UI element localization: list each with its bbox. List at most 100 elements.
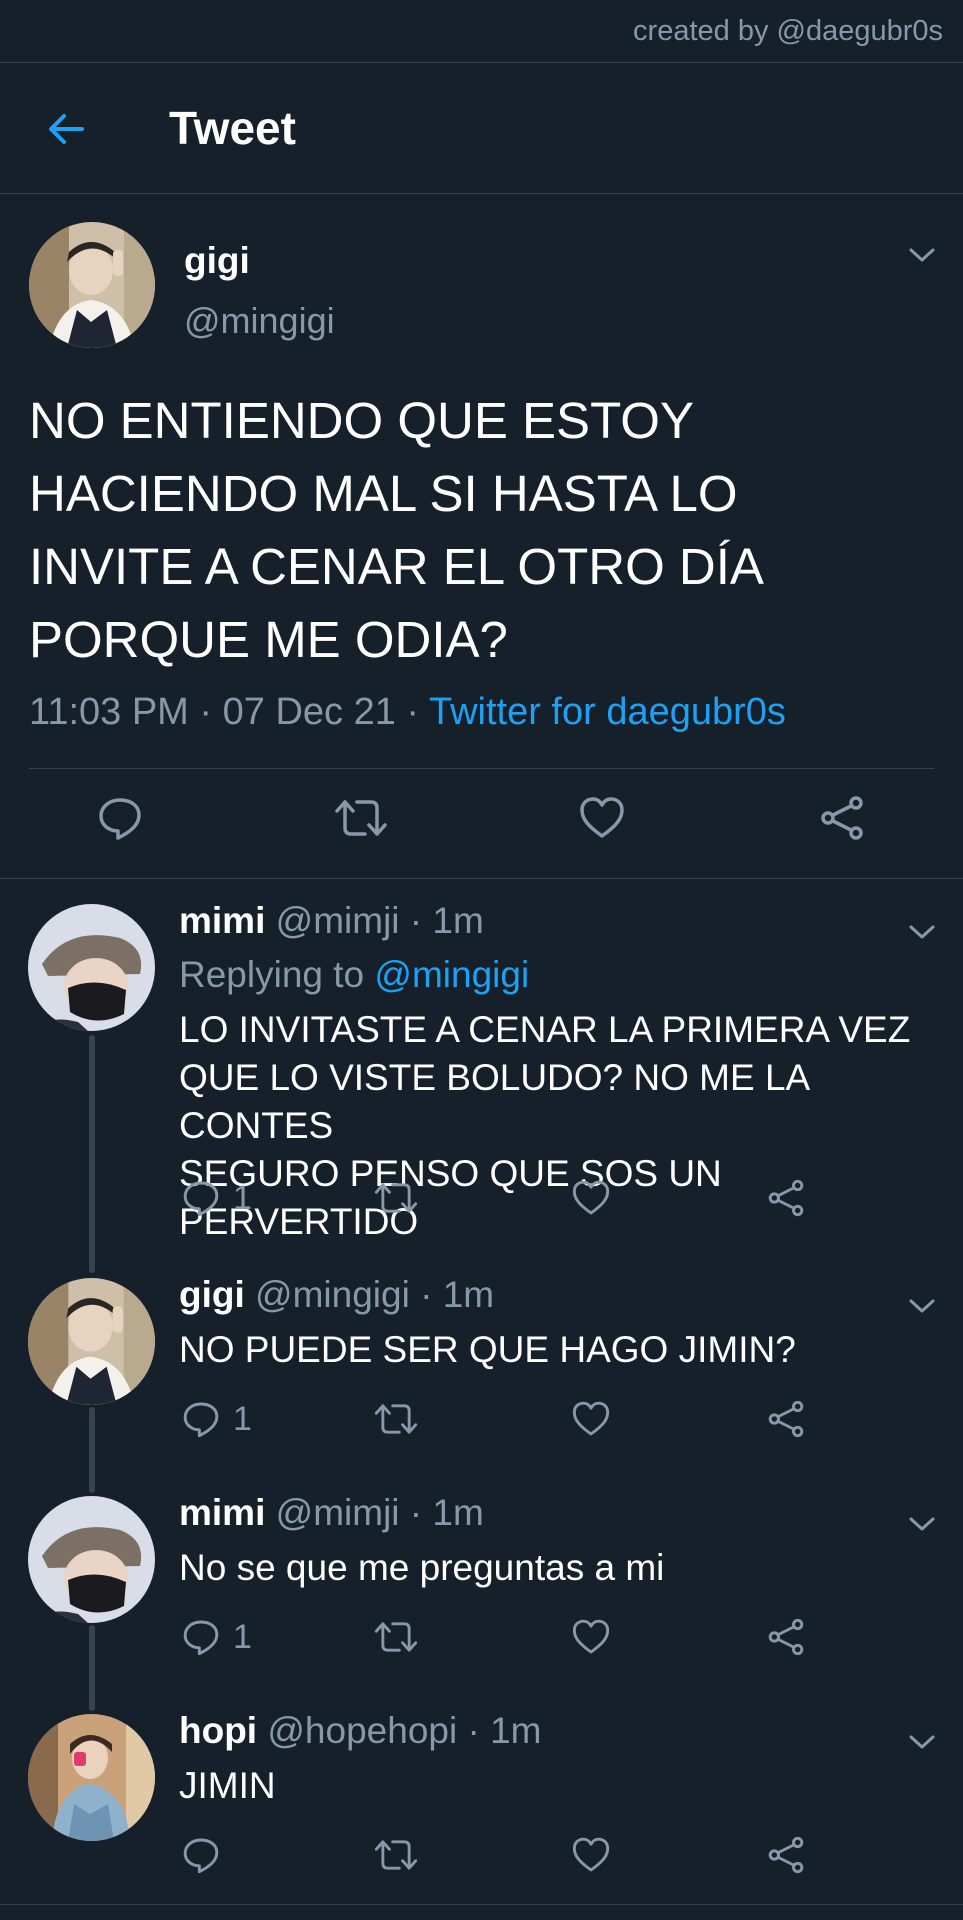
avatar-gigi[interactable] (29, 222, 155, 348)
share-icon (768, 1400, 804, 1438)
credit-text: created by @daegubr0s (633, 14, 943, 47)
reply-text-line: JIMIN (179, 1765, 276, 1806)
divider (29, 768, 934, 769)
meta-separator: · (409, 1274, 443, 1315)
top-bar: Tweet (0, 63, 963, 194)
tweet-text: NO ENTIENDO QUE ESTOY HACIENDO MAL SI HA… (29, 384, 929, 676)
heart-icon (572, 1619, 610, 1654)
chevron-down-icon[interactable] (905, 1732, 939, 1752)
meta-separator: · (399, 900, 433, 941)
tweet-meta: 11:03 PM · 07 Dec 21 · Twitter for daegu… (29, 691, 786, 734)
avatar-mimi[interactable] (28, 1496, 155, 1623)
reply-author-name[interactable]: hopi (179, 1710, 257, 1751)
reply-action-bar (0, 1835, 963, 1885)
reply-button[interactable]: 1 (181, 1617, 252, 1657)
replying-to: Replying to @mingigi (179, 954, 529, 996)
reply-time: 1m (432, 900, 484, 941)
reply-count: 1 (233, 1617, 252, 1656)
reply-header: mimi @mimji · 1m (179, 1492, 484, 1534)
reply-time: 1m (442, 1274, 495, 1315)
retweet-button[interactable] (373, 1178, 419, 1218)
divider (0, 1904, 963, 1905)
reply-count: 1 (233, 1399, 252, 1438)
like-button[interactable] (578, 794, 626, 842)
retweet-icon (374, 1183, 418, 1213)
reply-tweet[interactable]: gigi @mingigi · 1m NO PUEDE SER QUE HAGO… (0, 1250, 963, 1466)
speech-bubble-icon (99, 798, 141, 840)
main-tweet: gigi @mingigi NO ENTIENDO QUE ESTOY HACI… (0, 194, 963, 879)
reply-author-name[interactable]: mimi (179, 1492, 265, 1533)
share-icon (768, 1836, 804, 1874)
reply-author-handle[interactable]: @mimji (276, 900, 400, 941)
share-button[interactable] (766, 1835, 806, 1875)
chevron-down-icon[interactable] (905, 1514, 939, 1534)
reply-text: No se que me preguntas a mi (179, 1544, 949, 1592)
like-button[interactable] (571, 1617, 611, 1657)
reply-text-line: NO PUEDE SER QUE HAGO JIMIN? (179, 1329, 796, 1370)
retweet-icon (374, 1840, 418, 1870)
reply-tweet[interactable]: hopi @hopehopi · 1m JIMIN (0, 1686, 963, 1904)
retweet-button[interactable] (373, 1399, 419, 1439)
share-icon (768, 1179, 804, 1217)
chevron-down-icon[interactable] (905, 1296, 939, 1316)
avatar-gigi[interactable] (28, 1278, 155, 1405)
chevron-down-icon[interactable] (905, 245, 939, 265)
reply-author-name[interactable]: mimi (179, 900, 265, 941)
tweet-date: 07 Dec 21 (222, 691, 396, 733)
chevron-down-icon[interactable] (905, 922, 939, 942)
reply-text-line: LO INVITASTE A CENAR LA PRIMERA VEZ (179, 1009, 911, 1050)
tweet-text-line: PORQUE ME ODIA? (29, 611, 508, 668)
speech-bubble-icon (183, 1620, 219, 1656)
reply-author-handle[interactable]: @mingigi (255, 1274, 410, 1315)
retweet-icon (374, 1404, 418, 1434)
speech-bubble-icon (183, 1181, 219, 1217)
reply-count: 1 (233, 1178, 252, 1217)
tweet-text-line: NO ENTIENDO QUE ESTOY (29, 392, 694, 449)
like-button[interactable] (571, 1178, 611, 1218)
heart-icon (580, 797, 624, 838)
reply-header: gigi @mingigi · 1m (179, 1274, 494, 1316)
avatar-mimi[interactable] (28, 904, 155, 1031)
tweet-source-link[interactable]: Twitter for daegubr0s (429, 691, 786, 733)
reply-button[interactable]: 1 (181, 1178, 252, 1218)
retweet-button[interactable] (333, 794, 389, 842)
reply-tweet[interactable]: mimi @mimji · 1m Replying to @mingigi LO… (0, 876, 963, 1248)
meta-separator: · (457, 1710, 491, 1751)
mention-link[interactable]: @mingigi (374, 954, 529, 995)
like-button[interactable] (571, 1399, 611, 1439)
retweet-button[interactable] (373, 1617, 419, 1657)
back-arrow-icon[interactable] (44, 107, 88, 151)
author-name[interactable]: gigi (184, 240, 250, 282)
reply-author-handle[interactable]: @hopehopi (267, 1710, 457, 1751)
reply-tweet[interactable]: mimi @mimji · 1m No se que me preguntas … (0, 1468, 963, 1684)
page-title: Tweet (169, 102, 296, 154)
retweet-button[interactable] (373, 1835, 419, 1875)
reply-action-bar: 1 (0, 1178, 963, 1228)
share-button[interactable] (818, 794, 866, 842)
share-icon (821, 796, 863, 840)
speech-bubble-icon (183, 1838, 219, 1874)
reply-button[interactable]: 1 (181, 1399, 252, 1439)
reply-author-handle[interactable]: @mimji (276, 1492, 400, 1533)
reply-action-bar: 1 (0, 1399, 963, 1449)
share-button[interactable] (766, 1399, 806, 1439)
tweet-text-line: HACIENDO MAL SI HASTA LO (29, 465, 738, 522)
reply-button[interactable] (181, 1835, 221, 1875)
reply-text-line: QUE LO VISTE BOLUDO? NO ME LA CONTES (179, 1057, 809, 1146)
share-button[interactable] (766, 1617, 806, 1657)
heart-icon (572, 1837, 610, 1872)
reply-time: 1m (490, 1710, 542, 1751)
share-button[interactable] (766, 1178, 806, 1218)
like-button[interactable] (571, 1835, 611, 1875)
reply-author-name[interactable]: gigi (179, 1274, 245, 1315)
tweet-action-bar (0, 794, 963, 854)
retweet-icon (335, 800, 387, 836)
reply-time: 1m (432, 1492, 484, 1533)
avatar-hopi[interactable] (28, 1714, 155, 1841)
author-handle[interactable]: @mingigi (184, 300, 335, 342)
reply-text: NO PUEDE SER QUE HAGO JIMIN? (179, 1326, 949, 1374)
reply-button[interactable] (96, 794, 144, 842)
reply-header: hopi @hopehopi · 1m (179, 1710, 542, 1752)
credit-bar: created by @daegubr0s (0, 0, 963, 63)
retweet-icon (374, 1622, 418, 1652)
